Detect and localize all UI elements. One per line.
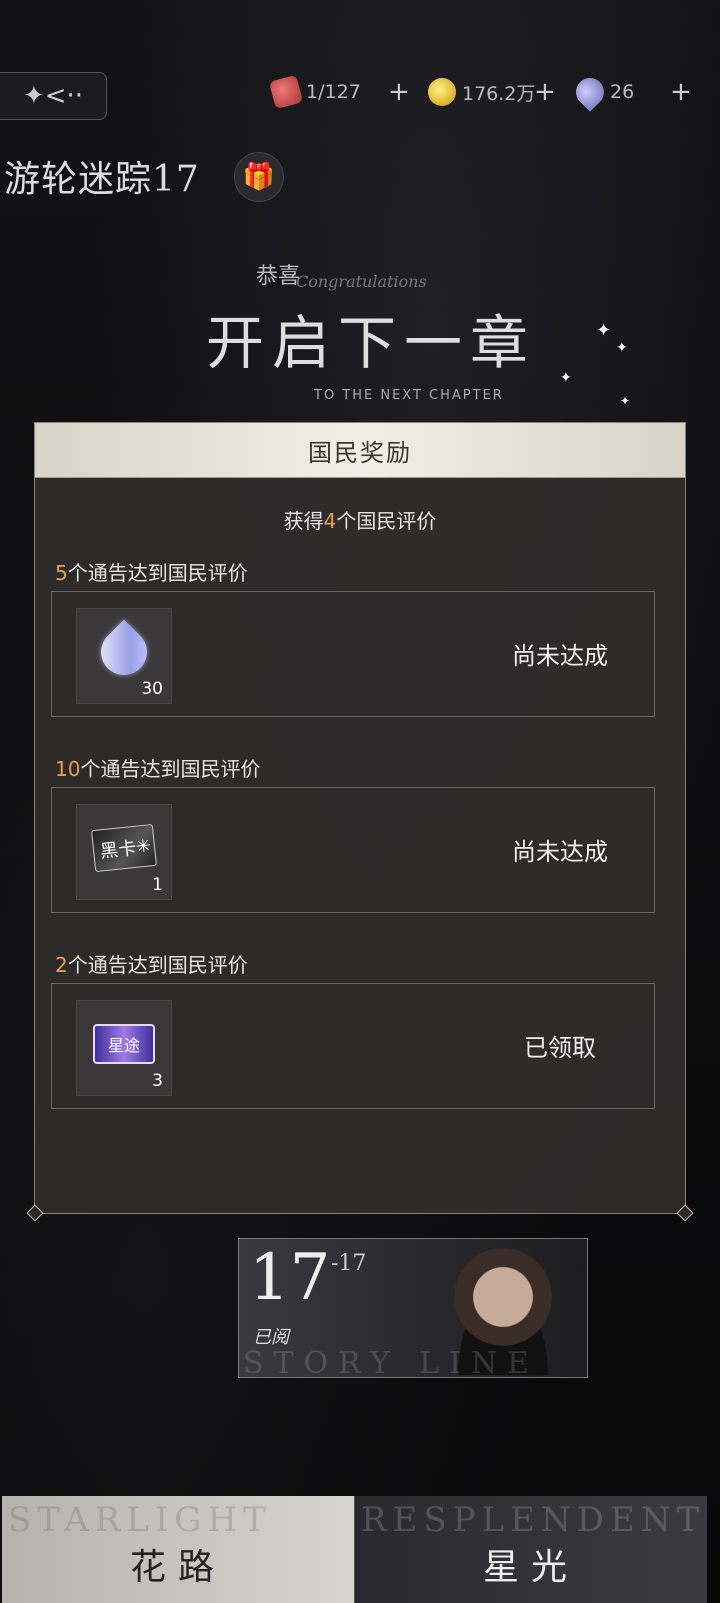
next-chapter-headline: 开启下一章 [206, 309, 537, 377]
diamond-icon [570, 72, 610, 112]
congrats-en: Congratulations [296, 272, 427, 291]
energy-value: 1/127 [306, 81, 361, 103]
back-arrow-icon: ✦<·· [22, 81, 84, 111]
reward-status: 尚未达成 [512, 642, 608, 670]
black-card-icon: 黑卡 ✳ [90, 823, 158, 873]
reward-card: 星途 3 已领取 [51, 983, 655, 1109]
next-chapter-subtitle: TO THE NEXT CHAPTER [314, 388, 504, 403]
plus-icon: + [388, 77, 410, 107]
reward-status: 尚未达成 [512, 838, 608, 866]
reward-item[interactable]: 黑卡 ✳ 1 [76, 804, 172, 900]
chapter-number: 17 [249, 1241, 331, 1315]
tab-label: 花路 [129, 1546, 226, 1588]
reward-item[interactable]: 星途 3 [76, 1000, 172, 1096]
reward-card: 30 尚未达成 [51, 591, 655, 717]
back-button[interactable]: ✦<·· [0, 72, 107, 120]
gem-resource: 26 [570, 72, 635, 112]
tab-watermark: RESPLENDENT [361, 1500, 706, 1540]
tab-label: 星光 [482, 1546, 579, 1588]
star-ticket-icon: 星途 [93, 1024, 155, 1064]
story-chapter-card[interactable]: 17 -17 已阅 STORY LINE [238, 1238, 588, 1381]
reward-status: 已领取 [524, 1034, 596, 1062]
item-quantity: 30 [141, 679, 163, 699]
modal-title: 国民奖励 [35, 423, 685, 478]
gold-resource: 176.2万 [428, 72, 535, 112]
gold-coin-icon [428, 78, 456, 106]
gift-icon[interactable]: 🎁 [234, 152, 284, 202]
chapter-sub-number: -17 [331, 1251, 367, 1276]
item-quantity: 1 [152, 875, 163, 895]
plus-icon: + [534, 77, 556, 107]
gem-icon [91, 619, 157, 685]
plus-icon: + [670, 77, 692, 107]
reward-modal: 国民奖励 获得4个国民评价 5个通告达到国民评价 30 尚未达成 10个通告达到… [26, 422, 694, 1222]
sparkle-icon: ✦ [560, 370, 572, 386]
summary-count: 4 [323, 509, 337, 533]
gold-value: 176.2万 [462, 82, 536, 105]
reward-item[interactable]: 30 [76, 608, 172, 704]
energy-resource: 1/127 [268, 72, 361, 112]
tab-flower-road[interactable]: STARLIGHT 花路 [2, 1496, 354, 1603]
sparkle-icon: ✦ [616, 340, 628, 356]
reward-condition: 10个通告达到国民评价 [55, 757, 261, 781]
sparkle-icon: ✦ [596, 320, 612, 341]
congrats-cn: 恭喜 [256, 264, 301, 289]
tab-watermark: STARLIGHT [8, 1500, 272, 1540]
gem-value: 26 [610, 81, 635, 103]
reward-summary: 获得4个国民评价 [283, 509, 437, 533]
tab-starlight[interactable]: RESPLENDENT 星光 [354, 1496, 707, 1603]
reward-card: 黑卡 ✳ 1 尚未达成 [51, 787, 655, 913]
energy-icon [268, 74, 304, 110]
reward-condition: 5个通告达到国民评价 [55, 561, 248, 585]
story-line-watermark: STORY LINE [243, 1346, 540, 1381]
reward-condition: 2个通告达到国民评价 [55, 953, 248, 977]
item-quantity: 3 [152, 1071, 163, 1091]
sparkle-icon: ✦ [620, 394, 631, 408]
chapter-title: 游轮迷踪17 [4, 159, 200, 200]
